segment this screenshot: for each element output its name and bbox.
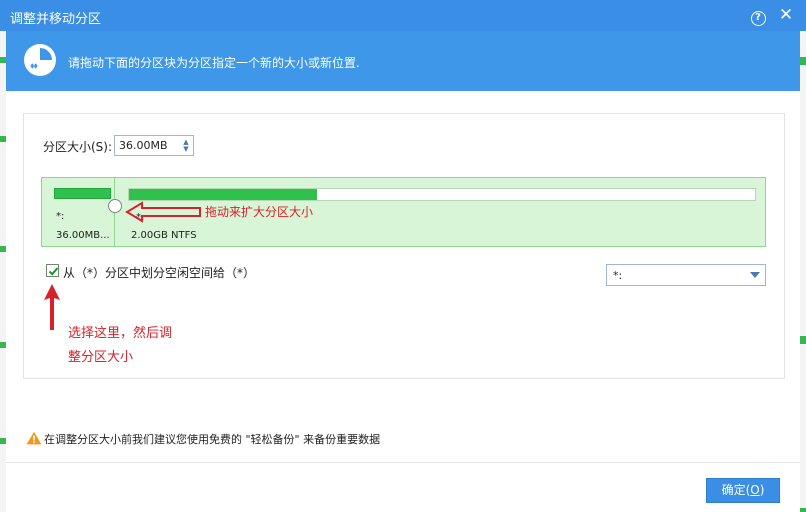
backup-warning-text: 在调整分区大小前我们建议您使用免费的 "轻松备份" 来备份重要数据 xyxy=(44,433,381,446)
partition-block-a[interactable]: *: 36.00MB... xyxy=(42,178,115,246)
select-hint-line2: 整分区大小 xyxy=(68,350,134,365)
ok-button-hotkey: O xyxy=(750,483,760,497)
ok-button[interactable]: 确定(O) xyxy=(706,478,780,503)
drag-arrow-icon xyxy=(125,201,201,223)
partition-resize-icon xyxy=(24,44,56,76)
partition-b-usage-track xyxy=(128,188,756,201)
warning-icon xyxy=(26,431,42,445)
spin-down-icon[interactable]: ▼ xyxy=(181,145,191,153)
resize-drag-handle[interactable] xyxy=(108,199,122,213)
banner-text: 请拖动下面的分区块为分区指定一个新的大小或新位置. xyxy=(68,56,360,70)
help-icon: ? xyxy=(750,11,766,26)
allocate-free-space-checkbox[interactable] xyxy=(46,264,59,277)
footer-divider xyxy=(6,462,800,463)
allocate-free-space-label: 从（*）分区中划分空闲空间给（*） xyxy=(63,266,256,280)
select-hint-annotation: 选择这里，然后调 整分区大小 xyxy=(68,322,198,370)
partition-a-usage-bar xyxy=(54,188,111,199)
partition-a-size: 36.00MB... xyxy=(56,230,110,241)
source-partition-select[interactable]: *: xyxy=(606,264,766,286)
help-button[interactable]: ? xyxy=(748,5,768,26)
ok-button-label: 确定( xyxy=(721,483,751,497)
close-button[interactable]: ✕ xyxy=(776,5,796,25)
partition-a-label: *: xyxy=(56,211,65,222)
background-app-strip-right xyxy=(800,0,806,512)
partition-b-size: 2.00GB NTFS xyxy=(131,230,197,241)
window-title: 调整并移动分区 xyxy=(10,12,102,27)
ok-button-suffix: ) xyxy=(759,483,765,497)
partition-b-usage-fill xyxy=(129,189,317,200)
partition-size-input[interactable] xyxy=(119,138,177,153)
select-hint-line1: 选择这里，然后调 xyxy=(68,326,173,341)
partition-size-stepper[interactable]: ▲ ▼ xyxy=(114,135,194,156)
source-partition-value: *: xyxy=(613,269,623,282)
chevron-down-icon xyxy=(750,272,760,278)
drag-hint-annotation: 拖动来扩大分区大小 xyxy=(205,205,314,219)
partition-size-label: 分区大小(S): xyxy=(43,140,113,154)
title-bar: 调整并移动分区 ? ✕ xyxy=(0,0,806,31)
up-arrow-icon xyxy=(44,284,60,330)
info-banner: 请拖动下面的分区块为分区指定一个新的大小或新位置. xyxy=(6,31,800,91)
